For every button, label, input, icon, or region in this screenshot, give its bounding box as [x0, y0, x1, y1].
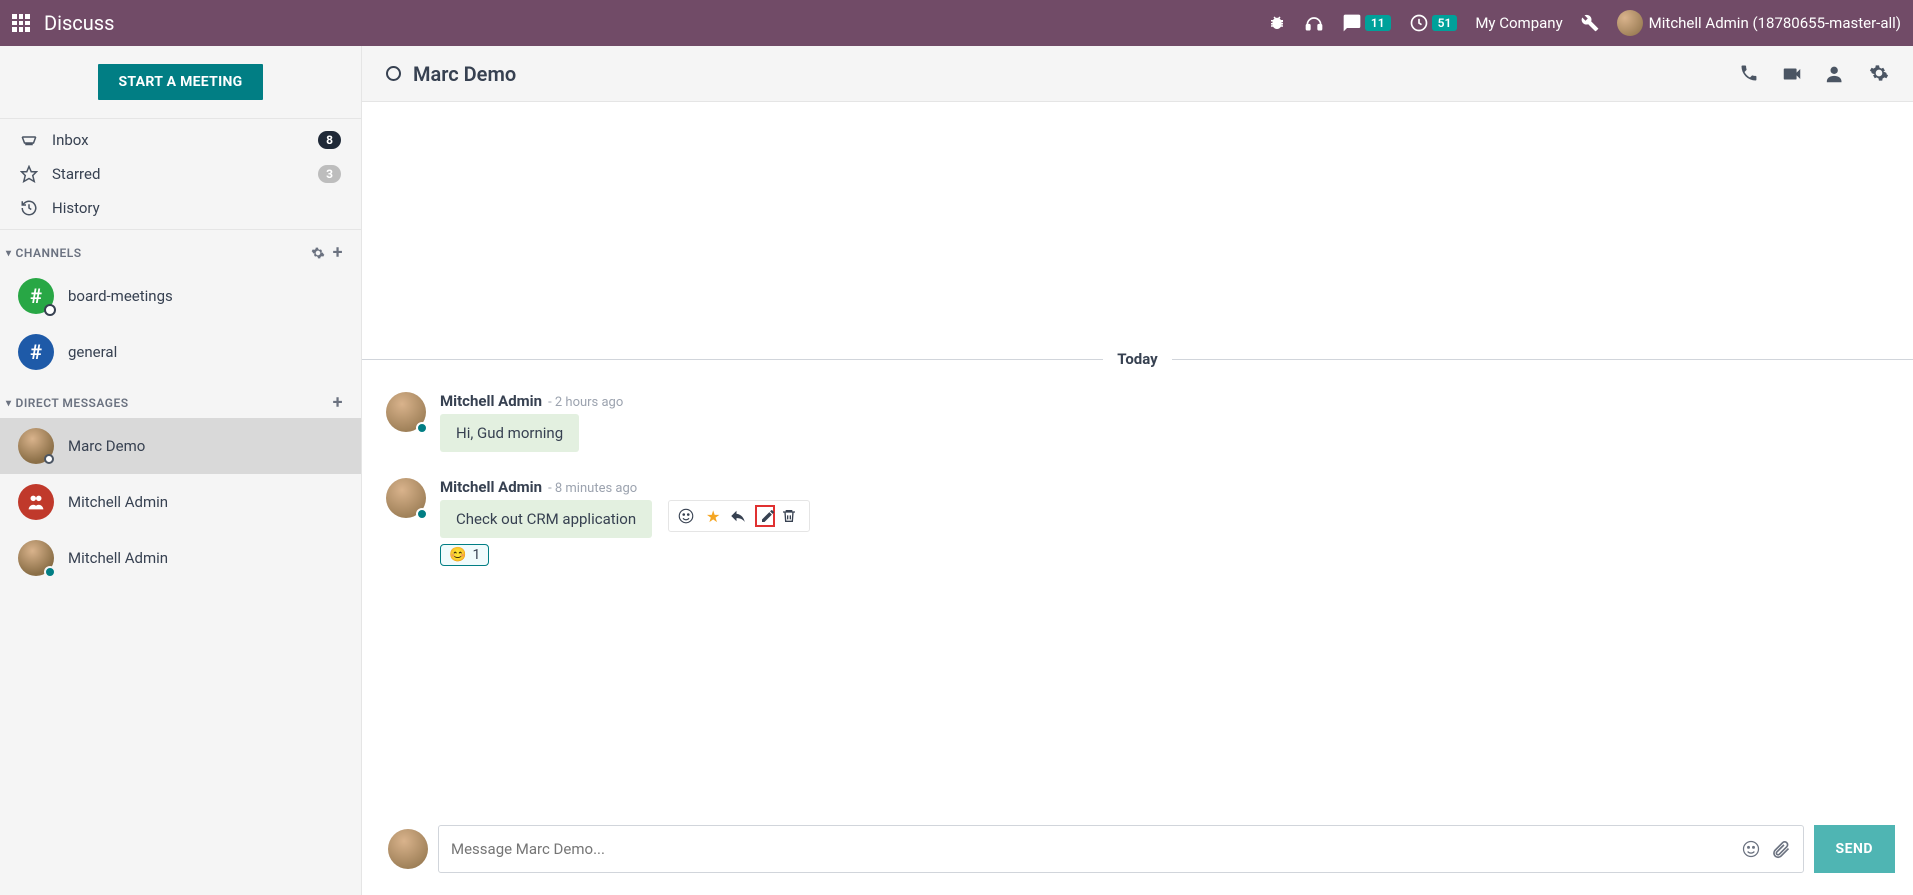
- composer: SEND: [362, 813, 1913, 895]
- mailbox-starred[interactable]: Starred 3: [0, 157, 361, 191]
- channel-settings-icon[interactable]: [311, 246, 325, 260]
- message-time: - 8 minutes ago: [548, 481, 637, 496]
- mailbox-label: Starred: [52, 165, 100, 183]
- channels-header[interactable]: ▾ CHANNELS +: [0, 230, 361, 268]
- message: Mitchell Admin - 8 minutes ago Check out…: [362, 472, 1913, 586]
- messages-badge: 11: [1365, 15, 1391, 31]
- messages-icon[interactable]: 11: [1342, 13, 1391, 33]
- dm-mitchell-admin-2[interactable]: Mitchell Admin: [0, 530, 361, 586]
- presence-icon: [386, 66, 401, 81]
- chevron-down-icon: ▾: [6, 398, 12, 409]
- dm-label: Marc Demo: [68, 437, 145, 455]
- apps-icon[interactable]: [12, 14, 30, 32]
- user-avatar: [1617, 10, 1643, 36]
- channel-label: board-meetings: [68, 287, 173, 305]
- dm-label: Mitchell Admin: [68, 549, 168, 567]
- dm-avatar: [18, 428, 54, 464]
- activities-badge: 51: [1432, 15, 1458, 31]
- start-meeting-button[interactable]: START A MEETING: [98, 64, 262, 100]
- message-body: Hi, Gud morning: [440, 414, 579, 452]
- edit-icon[interactable]: [755, 505, 775, 527]
- dm-avatar: [18, 484, 54, 520]
- dm-header[interactable]: ▾ DIRECT MESSAGES +: [0, 380, 361, 418]
- emoji-icon[interactable]: [1741, 839, 1761, 859]
- composer-input[interactable]: [451, 840, 1731, 858]
- activities-icon[interactable]: 51: [1409, 13, 1458, 33]
- mailbox-label: History: [52, 199, 100, 217]
- channel-avatar: #: [18, 278, 54, 314]
- debug-icon[interactable]: [1268, 14, 1286, 32]
- message-time: - 2 hours ago: [548, 395, 623, 410]
- message-avatar: [386, 392, 426, 432]
- history-icon: [20, 199, 42, 217]
- chat-main: Marc Demo Today: [362, 46, 1913, 895]
- react-icon[interactable]: [677, 507, 697, 525]
- add-channel-icon[interactable]: +: [333, 246, 343, 260]
- attach-icon[interactable]: [1771, 839, 1791, 859]
- reply-icon[interactable]: [729, 507, 749, 525]
- phone-call-icon[interactable]: [1739, 63, 1759, 85]
- inbox-icon: [20, 131, 42, 149]
- message-toolbar: ★: [668, 500, 810, 532]
- star-icon[interactable]: ★: [703, 507, 723, 526]
- chat-title: Marc Demo: [413, 62, 516, 86]
- reaction-count: 1: [472, 547, 480, 563]
- mailbox-history[interactable]: History: [0, 191, 361, 225]
- dm-label: Mitchell Admin: [68, 493, 168, 511]
- message-list: Today Mitchell Admin - 2 hours ago Hi, G…: [362, 102, 1913, 813]
- dm-marc-demo[interactable]: Marc Demo: [0, 418, 361, 474]
- mailbox-inbox[interactable]: Inbox 8: [0, 123, 361, 157]
- channel-board-meetings[interactable]: # board-meetings: [0, 268, 361, 324]
- channel-general[interactable]: # general: [0, 324, 361, 380]
- mailbox-label: Inbox: [52, 131, 89, 149]
- send-button[interactable]: SEND: [1814, 825, 1895, 873]
- message: Mitchell Admin - 2 hours ago Hi, Gud mor…: [362, 386, 1913, 472]
- sidebar: START A MEETING Inbox 8 Starred 3: [0, 46, 362, 895]
- tools-icon[interactable]: [1581, 14, 1599, 32]
- composer-avatar: [388, 829, 428, 869]
- mailbox-count: 8: [318, 131, 341, 149]
- chat-header: Marc Demo: [362, 46, 1913, 102]
- dm-mitchell-admin-1[interactable]: Mitchell Admin: [0, 474, 361, 530]
- channel-avatar: #: [18, 334, 54, 370]
- reaction-emoji: 😊: [449, 547, 466, 563]
- date-divider: Today: [362, 102, 1913, 368]
- message-author: Mitchell Admin: [440, 392, 542, 410]
- user-name: Mitchell Admin (18780655-master-all): [1649, 14, 1901, 32]
- mailbox-count: 3: [318, 165, 341, 183]
- reaction-chip[interactable]: 😊 1: [440, 544, 489, 566]
- app-title: Discuss: [44, 11, 114, 35]
- support-icon[interactable]: [1304, 13, 1324, 33]
- add-user-icon[interactable]: [1825, 63, 1847, 85]
- video-call-icon[interactable]: [1781, 63, 1803, 85]
- chevron-down-icon: ▾: [6, 248, 12, 259]
- add-dm-icon[interactable]: +: [333, 396, 343, 410]
- date-label: Today: [1103, 350, 1171, 368]
- user-menu[interactable]: Mitchell Admin (18780655-master-all): [1617, 10, 1901, 36]
- settings-icon[interactable]: [1869, 63, 1889, 85]
- top-navbar: Discuss 11 51 My Company Mitchell Admin …: [0, 0, 1913, 46]
- section-title: DIRECT MESSAGES: [16, 396, 129, 410]
- message-author: Mitchell Admin: [440, 478, 542, 496]
- section-title: CHANNELS: [16, 246, 82, 260]
- message-avatar: [386, 478, 426, 518]
- star-icon: [20, 165, 42, 183]
- delete-icon[interactable]: [781, 508, 801, 524]
- company-switcher[interactable]: My Company: [1475, 14, 1562, 32]
- message-body: Check out CRM application: [440, 500, 652, 538]
- dm-avatar: [18, 540, 54, 576]
- channel-label: general: [68, 343, 117, 361]
- composer-input-wrap: [438, 825, 1804, 873]
